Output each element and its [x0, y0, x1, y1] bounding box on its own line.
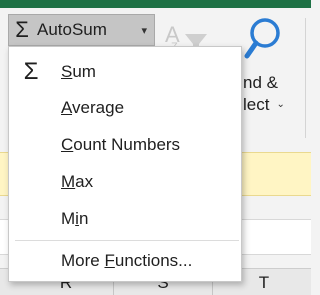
menu-item-label: More Functions... [61, 250, 193, 270]
menu-item-label: Min [61, 208, 89, 228]
autosum-button[interactable]: Σ AutoSum ▾ [8, 14, 155, 46]
autosum-label: AutoSum [37, 20, 107, 39]
excel-window: Σ AutoSum ▾ A Z nd & lect ⌄ R S T Σ Sum … [0, 0, 311, 295]
sigma-icon: Σ [23, 57, 39, 85]
find-select-label-line2: lect [243, 95, 270, 114]
chevron-down-icon: ⌄ [276, 99, 285, 110]
menu-item-average[interactable]: Average [9, 90, 241, 125]
menu-item-label: Sum [61, 61, 96, 81]
chevron-down-icon[interactable]: ▾ [141, 24, 147, 37]
autosum-dropdown-menu: Σ Sum Average Count Numbers Max Min More… [8, 46, 242, 282]
menu-item-label: Average [61, 97, 125, 117]
menu-separator [15, 240, 239, 241]
find-select-label-line1: nd & [243, 73, 278, 92]
menu-item-max[interactable]: Max [9, 164, 241, 199]
column-header[interactable]: T [254, 273, 274, 293]
menu-item-label: Count Numbers [61, 134, 181, 154]
magnifier-icon[interactable] [244, 16, 284, 66]
ribbon-group-divider [305, 18, 306, 138]
menu-item-min[interactable]: Min [9, 201, 241, 236]
menu-item-more-functions[interactable]: More Functions... [9, 243, 241, 278]
find-select-button[interactable]: nd & lect ⌄ [243, 72, 285, 116]
menu-item-count-numbers[interactable]: Count Numbers [9, 127, 241, 162]
title-bar-strip [0, 0, 311, 8]
sigma-icon: Σ [15, 17, 29, 42]
menu-item-label: Max [61, 171, 94, 191]
menu-item-sum[interactable]: Σ Sum [9, 54, 241, 89]
